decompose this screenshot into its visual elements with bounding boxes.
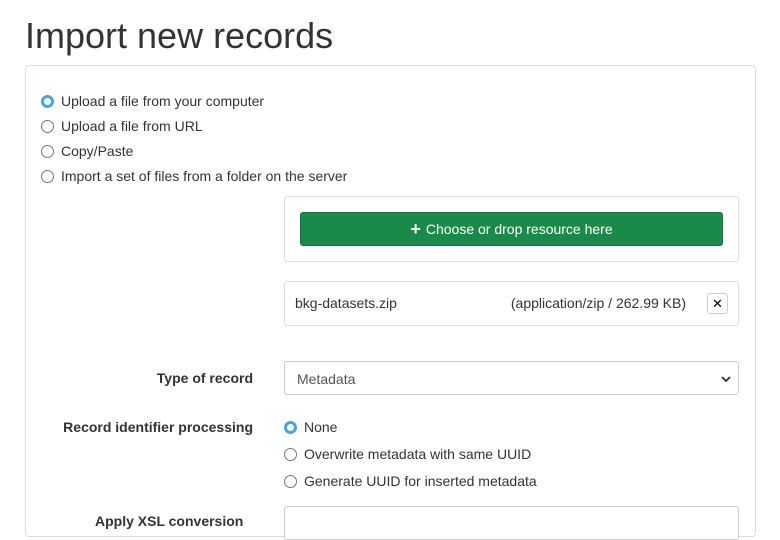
radio-unchecked[interactable] [41,144,54,158]
page-title: Import new records [25,15,334,56]
source-option-label: Copy/Paste [61,143,134,159]
radio-unchecked[interactable] [284,447,297,461]
plus-icon: + [410,219,421,239]
source-option-label: Upload a file from your computer [61,93,265,109]
identifier-option-label: Overwrite metadata with same UUID [304,446,532,462]
identifier-option-overwrite[interactable]: Overwrite metadata with same UUID [284,446,531,462]
radio-unchecked[interactable] [41,119,54,133]
file-meta: (application/zip / 262.99 KB) [510,295,686,311]
radio-unchecked[interactable] [284,474,297,488]
remove-file-button[interactable]: ✕ [707,293,728,314]
file-name: bkg-datasets.zip [295,295,397,311]
source-option-label: Upload a file from URL [61,118,203,134]
radio-unchecked[interactable] [41,169,54,183]
xsl-conversion-select[interactable] [284,506,739,540]
close-icon: ✕ [712,295,723,311]
identifier-option-generate[interactable]: Generate UUID for inserted metadata [284,473,537,489]
source-option-server-folder[interactable]: Import a set of files from a folder on t… [41,168,347,184]
choose-resource-label: Choose or drop resource here [425,221,613,237]
identifier-option-label: Generate UUID for inserted metadata [304,473,537,489]
type-of-record-label: Type of record [156,370,253,386]
radio-checked[interactable] [41,94,54,108]
source-option-label: Import a set of files from a folder on t… [61,168,348,184]
radio-checked[interactable] [284,420,297,434]
type-of-record-select[interactable]: Metadata [284,361,739,395]
xsl-conversion-label: Apply XSL conversion [95,513,244,529]
identifier-processing-label: Record identifier processing [63,419,253,435]
source-option-upload-computer[interactable]: Upload a file from your computer [41,93,264,109]
selected-file: bkg-datasets.zip (application/zip / 262.… [284,281,739,326]
upload-dropzone[interactable]: + Choose or drop resource here [284,196,739,262]
choose-resource-button[interactable]: + Choose or drop resource here [300,212,723,246]
identifier-option-label: None [304,419,338,435]
chevron-down-icon [721,376,731,383]
type-of-record-value: Metadata [297,371,356,387]
identifier-option-none[interactable]: None [284,419,337,435]
source-option-copy-paste[interactable]: Copy/Paste [41,143,133,159]
source-option-upload-url[interactable]: Upload a file from URL [41,118,203,134]
